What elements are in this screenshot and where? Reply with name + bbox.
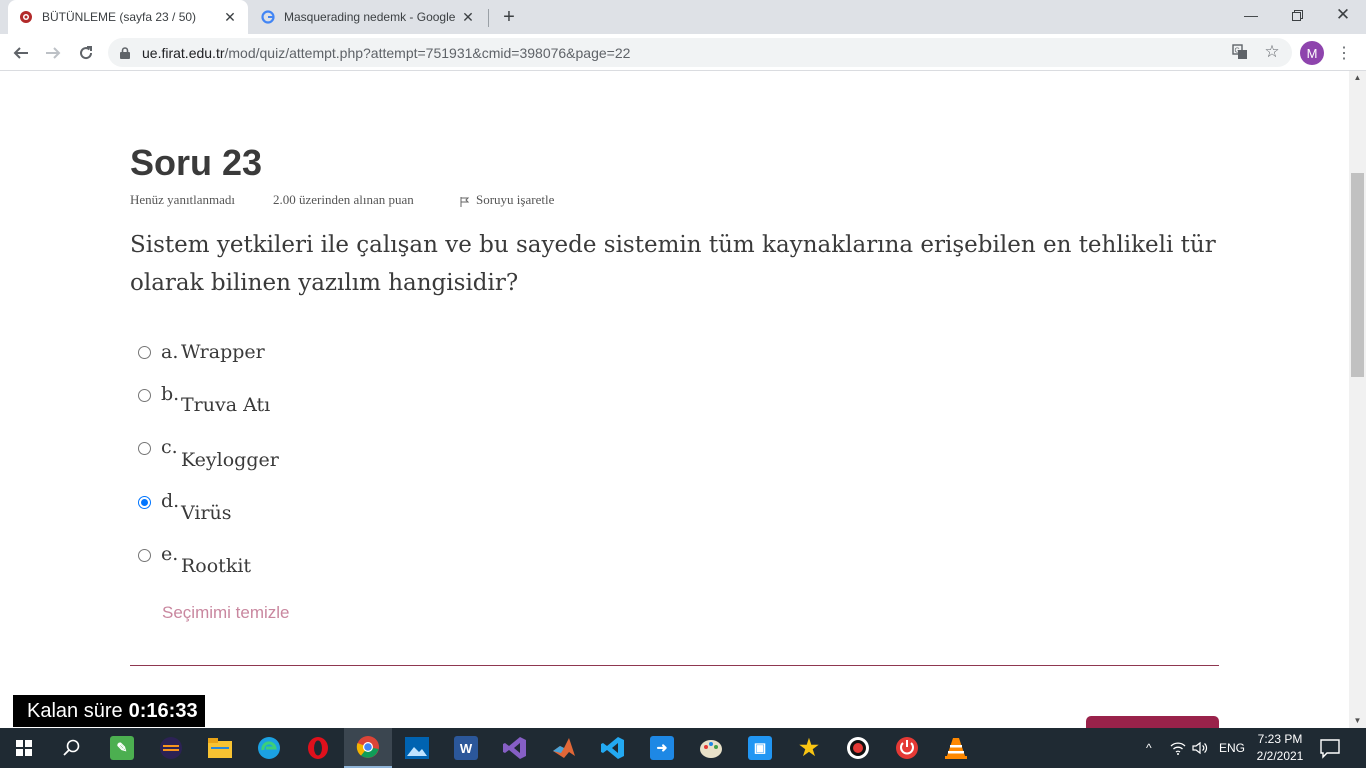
scroll-up-arrow-icon[interactable]: ▲ [1349, 71, 1366, 85]
question-text: Sistem yetkileri ile çalışan ve bu sayed… [130, 232, 1216, 296]
clear-choice-link[interactable]: Seçimimi temizle [162, 603, 290, 623]
tab-close-icon[interactable]: ✕ [460, 9, 476, 26]
browser-toolbar: ue.firat.edu.tr/mod/quiz/attempt.php?att… [0, 34, 1366, 71]
flag-icon[interactable] [460, 196, 470, 208]
question-title: Soru 23 [130, 142, 263, 183]
option-letter: a. [161, 341, 179, 363]
quiz-timer: Kalan süre 0:16:33 [13, 695, 205, 727]
tab-google[interactable]: Masquerading nedemk - Google ✕ [250, 0, 486, 34]
option-text[interactable]: Truva Atı [181, 394, 270, 416]
star-app-icon[interactable]: ★ [785, 728, 833, 768]
tab-separator [488, 9, 489, 27]
clock-date: 2/2/2021 [1256, 749, 1304, 763]
wifi-icon[interactable] [1170, 728, 1186, 768]
timer-value: 0:16:33 [128, 699, 198, 722]
close-window-icon[interactable]: ✕ [1320, 0, 1366, 30]
matlab-icon[interactable] [540, 728, 588, 768]
scroll-down-arrow-icon[interactable]: ▼ [1349, 714, 1366, 728]
paint-icon[interactable] [687, 728, 735, 768]
radio-button[interactable] [138, 549, 151, 562]
radio-button[interactable] [138, 442, 151, 455]
file-explorer-icon[interactable] [196, 728, 244, 768]
vscode-icon[interactable] [589, 728, 637, 768]
language-indicator[interactable]: ENG [1219, 728, 1245, 768]
question-status: Henüz yanıtlanmadı [130, 192, 236, 207]
radio-button-selected[interactable] [138, 496, 151, 509]
windows-taskbar: ✎ W ➜ ▣ ★ ^ ENG 7:23 PM 2/2/2021 [0, 728, 1366, 768]
profile-avatar[interactable]: M [1300, 41, 1324, 65]
flag-question-link[interactable]: Soruyu işaretle [476, 192, 554, 208]
opera-icon[interactable] [294, 728, 342, 768]
scroll-thumb[interactable] [1351, 173, 1364, 377]
option-text[interactable]: Wrapper [181, 341, 265, 363]
visual-studio-icon[interactable] [491, 728, 539, 768]
clock-time: 7:23 PM [1257, 732, 1303, 746]
power-app-icon[interactable] [883, 728, 931, 768]
next-page-button[interactable] [1086, 716, 1219, 728]
tab-close-icon[interactable]: ✕ [222, 9, 238, 26]
address-bar[interactable]: ue.firat.edu.tr/mod/quiz/attempt.php?att… [108, 38, 1292, 67]
minimize-icon[interactable]: — [1228, 0, 1274, 30]
url-host: ue.firat.edu.tr [142, 44, 225, 61]
back-arrow-icon[interactable] [8, 40, 34, 66]
moodle-favicon-icon [18, 9, 34, 25]
svg-text:G: G [1235, 48, 1240, 55]
google-favicon-icon [260, 9, 276, 25]
lock-icon [120, 46, 134, 59]
timer-label: Kalan süre [27, 699, 123, 722]
section-divider [130, 665, 1219, 666]
tab-strip: BÜTÜNLEME (sayfa 23 / 50) ✕ Masquerading… [0, 0, 1366, 34]
remote-desktop-icon[interactable]: ▣ [736, 728, 784, 768]
question-points: 2.00 üzerinden alınan puan [273, 192, 414, 207]
option-text[interactable]: Virüs [181, 502, 232, 524]
option-text[interactable]: Keylogger [181, 449, 279, 471]
option-letter: d. [161, 490, 180, 512]
option-letter: e. [161, 543, 179, 565]
bookmark-star-icon[interactable]: ☆ [1262, 42, 1282, 62]
chrome-icon[interactable] [344, 728, 392, 768]
search-icon[interactable] [48, 728, 96, 768]
edge-icon[interactable] [245, 728, 293, 768]
tray-chevron-icon[interactable]: ^ [1146, 728, 1152, 768]
record-icon[interactable] [834, 728, 882, 768]
windows-start-icon[interactable] [0, 728, 48, 768]
translate-icon[interactable]: G [1230, 42, 1250, 62]
photos-icon[interactable] [393, 728, 441, 768]
word-icon[interactable]: W [442, 728, 490, 768]
tab-quiz[interactable]: BÜTÜNLEME (sayfa 23 / 50) ✕ [8, 0, 248, 34]
radio-button[interactable] [138, 389, 151, 402]
system-clock[interactable]: 7:23 PM 2/2/2021 [1250, 731, 1310, 765]
option-letter: b. [161, 383, 180, 405]
url-path: /mod/quiz/attempt.php?attempt=751931&cmi… [224, 44, 631, 61]
app-arrow-icon[interactable]: ➜ [638, 728, 686, 768]
option-letter: c. [161, 436, 178, 458]
radio-button[interactable] [138, 346, 151, 359]
volume-icon[interactable] [1192, 728, 1208, 768]
tab-title: BÜTÜNLEME (sayfa 23 / 50) [42, 10, 197, 24]
restore-icon[interactable] [1274, 0, 1320, 30]
vlc-icon[interactable] [932, 728, 980, 768]
menu-kebab-icon[interactable]: ⋮ [1334, 40, 1354, 66]
new-tab-icon[interactable]: + [498, 6, 520, 28]
option-text[interactable]: Rootkit [181, 555, 251, 577]
eclipse-icon[interactable] [147, 728, 195, 768]
notification-center-icon[interactable] [1318, 736, 1342, 760]
forward-arrow-icon[interactable] [40, 40, 66, 66]
app-puzzle-icon[interactable]: ✎ [98, 728, 146, 768]
reload-icon[interactable] [73, 40, 99, 66]
page-scrollbar[interactable]: ▲ ▼ [1349, 71, 1366, 728]
tab-title: Masquerading nedemk - Google [284, 10, 456, 24]
